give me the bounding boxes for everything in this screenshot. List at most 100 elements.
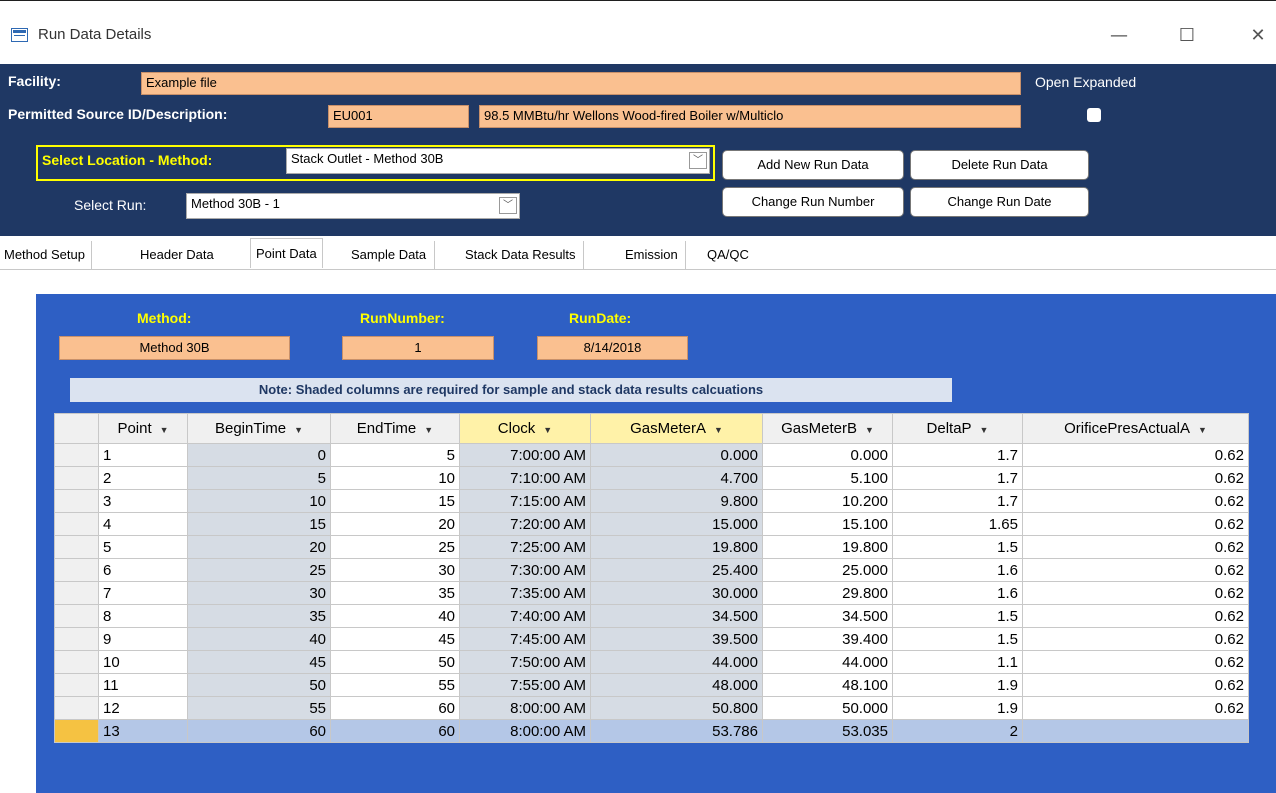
table-cell-endtime[interactable]: 45	[330, 627, 460, 651]
table-cell-clock[interactable]: 7:20:00 AM	[459, 512, 591, 536]
record-selector[interactable]	[54, 673, 99, 697]
table-cell-point[interactable]: 13	[98, 719, 188, 743]
table-cell-begintime[interactable]: 15	[187, 512, 331, 536]
table-cell-gasmetera[interactable]: 0.000	[590, 443, 763, 467]
table-cell-endtime[interactable]: 40	[330, 604, 460, 628]
table-cell-orificepresactuala[interactable]: 0.62	[1022, 650, 1249, 674]
column-header-gasmetera[interactable]: GasMeterA ▼	[590, 413, 763, 444]
table-cell-deltap[interactable]: 1.5	[892, 535, 1023, 559]
table-cell-deltap[interactable]: 1.5	[892, 627, 1023, 651]
table-cell-point[interactable]: 8	[98, 604, 188, 628]
table-cell-orificepresactuala[interactable]: 0.62	[1022, 696, 1249, 720]
table-cell-point[interactable]: 6	[98, 558, 188, 582]
table-cell-deltap[interactable]: 1.5	[892, 604, 1023, 628]
record-selector[interactable]	[54, 627, 99, 651]
table-cell-endtime[interactable]: 50	[330, 650, 460, 674]
table-cell-gasmeterb[interactable]: 5.100	[762, 466, 893, 490]
record-selector[interactable]	[54, 466, 99, 490]
record-selector[interactable]	[54, 581, 99, 605]
column-header-begintime[interactable]: BeginTime ▼	[187, 413, 331, 444]
tab-point-data[interactable]: Point Data	[250, 238, 323, 268]
table-cell-clock[interactable]: 7:50:00 AM	[459, 650, 591, 674]
tab-sample-data[interactable]: Sample Data	[351, 241, 436, 269]
close-button[interactable]: ✕	[1243, 21, 1273, 51]
table-cell-begintime[interactable]: 55	[187, 696, 331, 720]
table-cell-endtime[interactable]: 25	[330, 535, 460, 559]
table-cell-gasmetera[interactable]: 39.500	[590, 627, 763, 651]
table-cell-clock[interactable]: 7:25:00 AM	[459, 535, 591, 559]
table-cell-begintime[interactable]: 35	[187, 604, 331, 628]
chevron-down-icon[interactable]: ﹀	[499, 197, 517, 214]
table-cell-orificepresactuala[interactable]: 0.62	[1022, 512, 1249, 536]
table-cell-deltap[interactable]: 1.7	[892, 466, 1023, 490]
runnumber-field[interactable]: 1	[342, 336, 494, 360]
table-cell-begintime[interactable]: 60	[187, 719, 331, 743]
table-cell-gasmeterb[interactable]: 50.000	[762, 696, 893, 720]
minimize-button[interactable]: —	[1104, 21, 1134, 51]
chevron-down-icon[interactable]: ﹀	[689, 152, 707, 169]
table-cell-clock[interactable]: 7:40:00 AM	[459, 604, 591, 628]
table-cell-begintime[interactable]: 20	[187, 535, 331, 559]
table-cell-gasmeterb[interactable]: 39.400	[762, 627, 893, 651]
table-cell-begintime[interactable]: 25	[187, 558, 331, 582]
table-cell-endtime[interactable]: 30	[330, 558, 460, 582]
table-cell-point[interactable]: 11	[98, 673, 188, 697]
source-id-field[interactable]: EU001	[328, 105, 469, 128]
table-cell-point[interactable]: 2	[98, 466, 188, 490]
table-cell-gasmeterb[interactable]: 34.500	[762, 604, 893, 628]
table-cell-endtime[interactable]: 35	[330, 581, 460, 605]
table-cell-gasmetera[interactable]: 44.000	[590, 650, 763, 674]
table-cell-begintime[interactable]: 10	[187, 489, 331, 513]
table-cell-clock[interactable]: 8:00:00 AM	[459, 719, 591, 743]
table-cell-gasmetera[interactable]: 53.786	[590, 719, 763, 743]
table-cell-deltap[interactable]: 2	[892, 719, 1023, 743]
table-cell-clock[interactable]: 7:00:00 AM	[459, 443, 591, 467]
table-cell-orificepresactuala[interactable]: 0.62	[1022, 604, 1249, 628]
record-selector[interactable]	[54, 443, 99, 467]
table-cell-endtime[interactable]: 10	[330, 466, 460, 490]
record-selector[interactable]	[54, 535, 99, 559]
table-cell-endtime[interactable]: 5	[330, 443, 460, 467]
table-cell-begintime[interactable]: 30	[187, 581, 331, 605]
table-cell-gasmetera[interactable]: 19.800	[590, 535, 763, 559]
record-selector[interactable]	[54, 696, 99, 720]
table-cell-gasmeterb[interactable]: 10.200	[762, 489, 893, 513]
table-cell-deltap[interactable]: 1.1	[892, 650, 1023, 674]
record-selector[interactable]	[54, 604, 99, 628]
table-cell-clock[interactable]: 7:35:00 AM	[459, 581, 591, 605]
record-selector[interactable]	[54, 719, 99, 743]
change-run-number-button[interactable]: Change Run Number	[722, 187, 904, 217]
table-cell-begintime[interactable]: 5	[187, 466, 331, 490]
table-cell-gasmetera[interactable]: 9.800	[590, 489, 763, 513]
run-select[interactable]: Method 30B - 1 ﹀	[186, 193, 520, 219]
column-header-point[interactable]: Point ▼	[98, 413, 188, 444]
table-cell-clock[interactable]: 7:45:00 AM	[459, 627, 591, 651]
table-cell-point[interactable]: 4	[98, 512, 188, 536]
open-expanded-checkbox[interactable]	[1087, 108, 1101, 122]
table-cell-endtime[interactable]: 55	[330, 673, 460, 697]
table-cell-orificepresactuala[interactable]: 0.62	[1022, 558, 1249, 582]
table-cell-orificepresactuala[interactable]: 0.62	[1022, 627, 1249, 651]
table-cell-gasmeterb[interactable]: 48.100	[762, 673, 893, 697]
table-cell-endtime[interactable]: 20	[330, 512, 460, 536]
table-cell-point[interactable]: 5	[98, 535, 188, 559]
table-cell-clock[interactable]: 7:15:00 AM	[459, 489, 591, 513]
table-cell-deltap[interactable]: 1.6	[892, 581, 1023, 605]
delete-run-data-button[interactable]: Delete Run Data	[910, 150, 1089, 180]
table-cell-deltap[interactable]: 1.7	[892, 443, 1023, 467]
column-header-gasmeterb[interactable]: GasMeterB ▼	[762, 413, 893, 444]
select-all-corner[interactable]	[54, 413, 99, 444]
table-cell-point[interactable]: 12	[98, 696, 188, 720]
column-header-deltap[interactable]: DeltaP ▼	[892, 413, 1023, 444]
table-cell-point[interactable]: 10	[98, 650, 188, 674]
table-cell-orificepresactuala[interactable]: 0.62	[1022, 489, 1249, 513]
record-selector[interactable]	[54, 650, 99, 674]
column-header-orificepresactuala[interactable]: OrificePresActualA ▼	[1022, 413, 1249, 444]
facility-field[interactable]: Example file	[141, 72, 1021, 95]
tab-header-data[interactable]: Header Data	[140, 241, 214, 269]
table-cell-deltap[interactable]: 1.9	[892, 696, 1023, 720]
table-cell-gasmeterb[interactable]: 0.000	[762, 443, 893, 467]
table-cell-gasmetera[interactable]: 4.700	[590, 466, 763, 490]
table-cell-endtime[interactable]: 60	[330, 719, 460, 743]
table-cell-orificepresactuala[interactable]: 0.62	[1022, 466, 1249, 490]
